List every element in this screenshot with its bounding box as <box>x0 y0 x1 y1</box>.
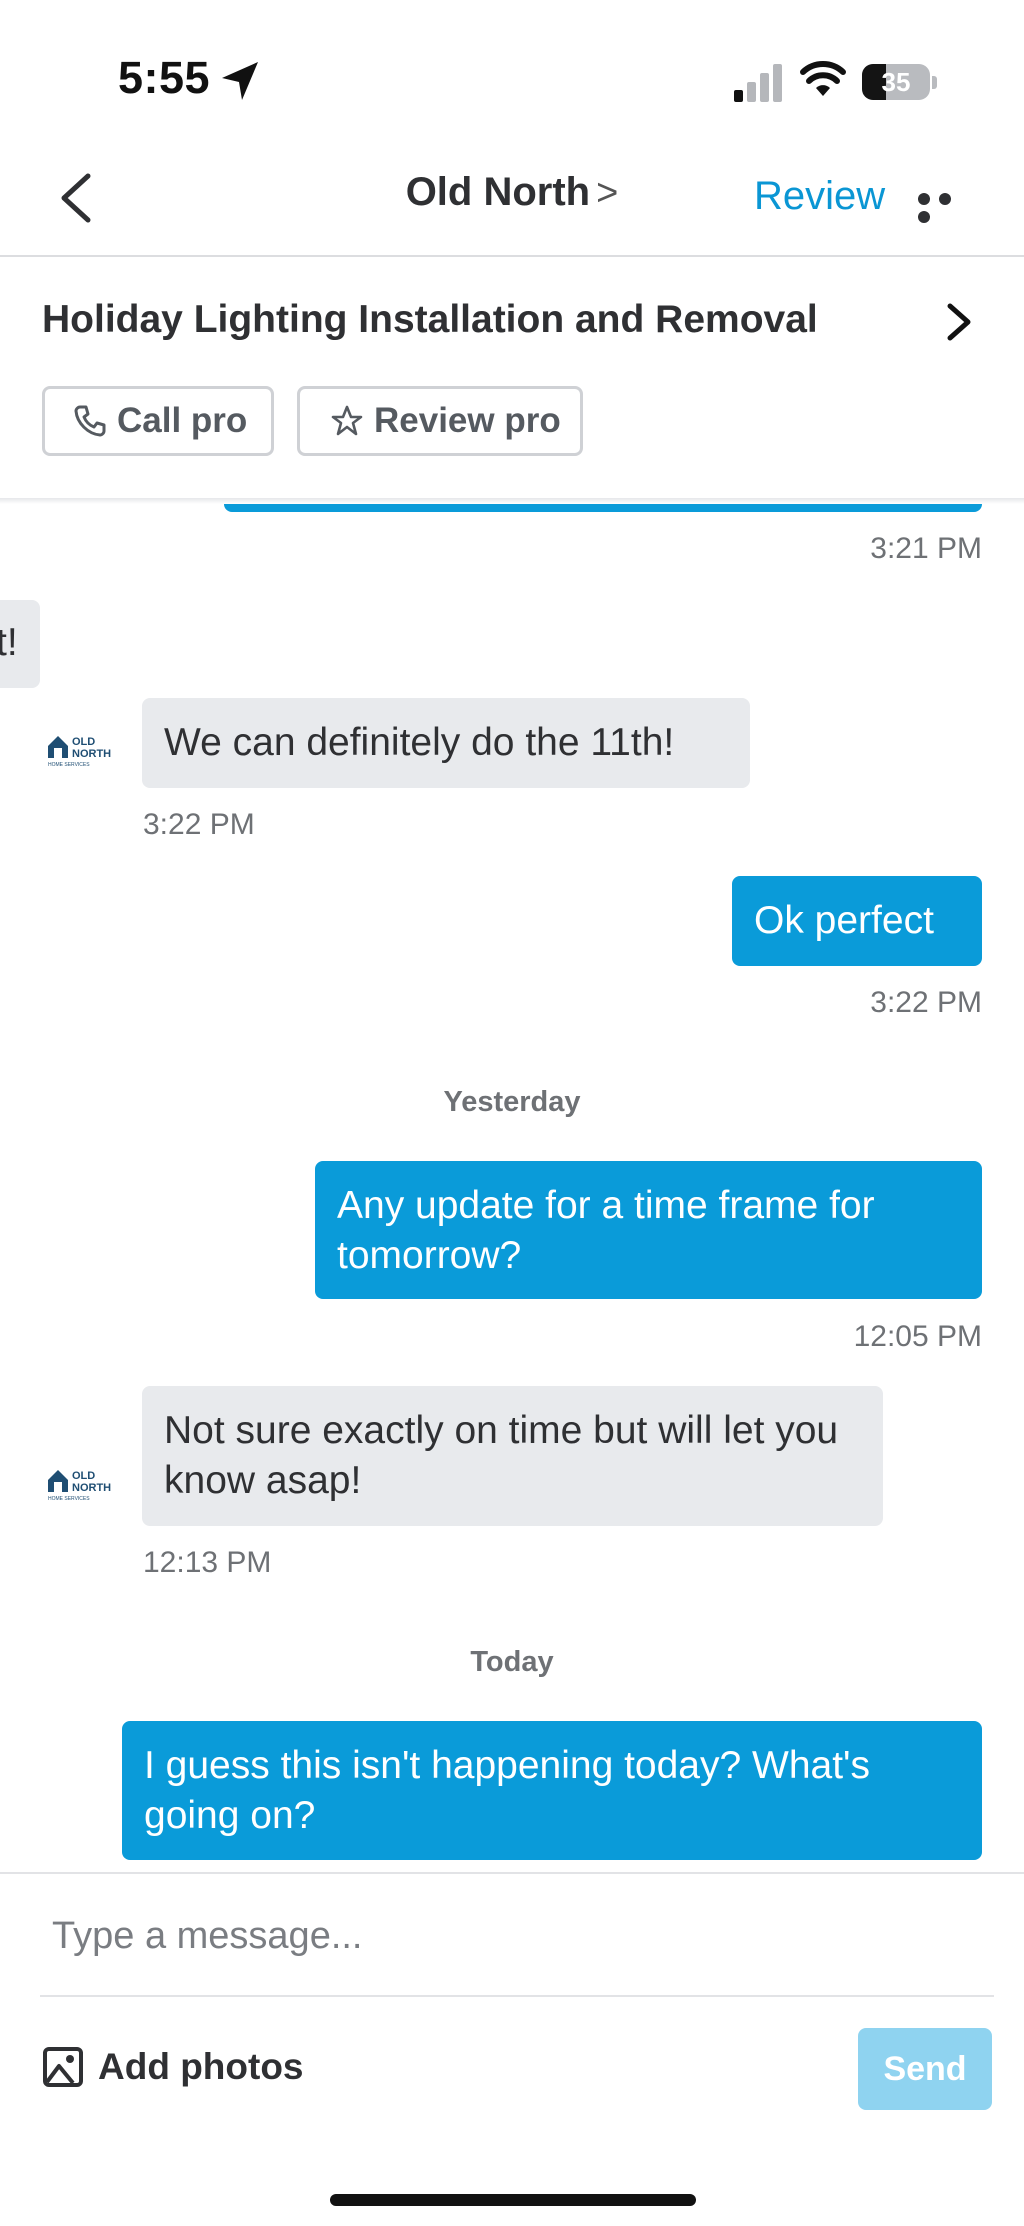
message-bubble-incoming[interactable]: t! <box>0 600 40 688</box>
logo-line1: OLD <box>72 736 95 748</box>
battery-percent: 35 <box>881 67 911 97</box>
message-text: Any update for a time frame for tomorrow… <box>337 1184 875 1277</box>
project-title[interactable]: Holiday Lighting Installation and Remova… <box>42 298 818 342</box>
day-separator: Today <box>470 1646 554 1678</box>
message-time: 3:21 PM <box>870 532 982 565</box>
input-underline <box>40 1995 994 1997</box>
message-input[interactable] <box>40 1900 984 1972</box>
add-photos-button[interactable]: Add photos <box>42 2046 304 2088</box>
review-pro-button[interactable]: Review pro <box>297 386 583 456</box>
phone-icon <box>74 405 106 437</box>
message-time: 3:22 PM <box>870 986 982 1019</box>
logo-line1: OLD <box>72 1470 95 1482</box>
old-north-logo-icon: OLD NORTH HOME SERVICES <box>48 1470 111 1502</box>
home-indicator <box>330 2194 696 2206</box>
location-arrow-icon <box>222 62 258 100</box>
message-time: 12:13 PM <box>143 1546 272 1579</box>
logo-line2: NORTH <box>72 748 111 760</box>
logo-line3: HOME SERVICES <box>48 1496 90 1502</box>
star-icon <box>331 405 363 436</box>
review-pro-label: Review pro <box>374 401 561 440</box>
logo-line3: HOME SERVICES <box>48 762 90 768</box>
battery-indicator: 35 <box>862 64 938 102</box>
cellular-signal-icon <box>734 64 782 102</box>
logo-line2: NORTH <box>72 1482 111 1494</box>
wifi-icon <box>800 61 846 96</box>
call-pro-label: Call pro <box>117 401 248 440</box>
call-pro-button[interactable]: Call pro <box>42 386 274 456</box>
message-time: 12:05 PM <box>853 1320 982 1353</box>
message-text: Not sure exactly on time but will let yo… <box>164 1409 839 1502</box>
more-options-icon[interactable] <box>918 192 976 223</box>
message-bubble-outgoing[interactable]: Ok perfect <box>732 876 982 966</box>
message-bubble-incoming[interactable]: Not sure exactly on time but will let yo… <box>142 1386 883 1526</box>
image-icon <box>43 2047 83 2087</box>
send-button[interactable]: Send <box>858 2028 992 2110</box>
pro-avatar: OLD NORTH HOME SERVICES <box>46 728 122 773</box>
message-text: Ok perfect <box>754 899 934 942</box>
composer-divider <box>0 1872 1024 1874</box>
message-bubble-outgoing[interactable]: I guess this isn't happening today? What… <box>122 1721 982 1860</box>
pro-avatar: OLD NORTH HOME SERVICES <box>46 1462 122 1507</box>
chevron-right-icon[interactable] <box>944 300 974 344</box>
message-time: 3:22 PM <box>143 808 255 841</box>
message-bubble-incoming[interactable]: We can definitely do the 11th! <box>142 698 750 788</box>
day-separator: Yesterday <box>443 1086 581 1118</box>
pro-name: Old North <box>405 170 591 214</box>
message-text: I guess this isn't happening today? What… <box>144 1744 870 1837</box>
add-photos-label: Add photos <box>98 2046 304 2087</box>
header-divider <box>0 255 1024 257</box>
old-north-logo-icon: OLD NORTH HOME SERVICES <box>48 736 111 768</box>
status-time: 5:55 <box>118 52 211 103</box>
review-link[interactable]: Review <box>754 174 885 219</box>
title-chevron-icon: > <box>596 172 619 214</box>
message-text: We can definitely do the 11th! <box>164 721 675 764</box>
message-text: t! <box>0 621 18 664</box>
message-bubble-outgoing[interactable]: Any update for a time frame for tomorrow… <box>315 1161 982 1299</box>
message-bubble-outgoing[interactable] <box>224 504 982 512</box>
